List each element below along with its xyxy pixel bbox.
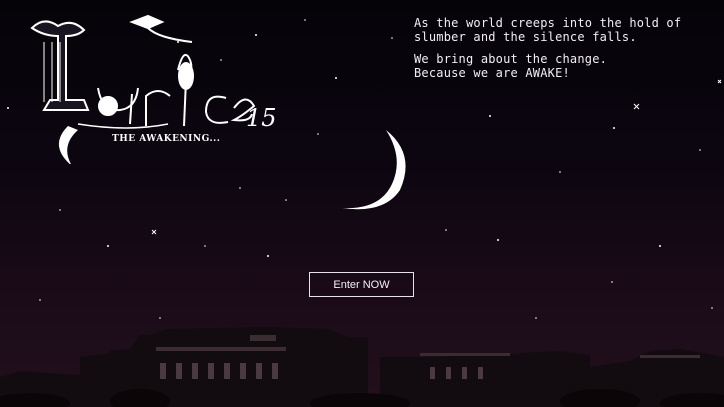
tagline-line-2: slumber and the silence falls.	[414, 30, 637, 44]
tagline: As the world creeps into the hold of slu…	[414, 16, 714, 88]
enter-now-button[interactable]: Enter NOW	[309, 272, 414, 297]
building-skyline-silhouette	[0, 327, 724, 407]
crescent-moon-icon	[342, 130, 406, 210]
tagline-line-4: Because we are AWAKE!	[414, 66, 570, 80]
tagline-line-3: We bring about the change.	[414, 52, 608, 66]
tagline-line-1: As the world creeps into the hold of	[414, 16, 682, 30]
svg-text:15: 15	[246, 104, 277, 132]
lyrics-logo[interactable]: 15 THE AWAKENING...	[28, 14, 298, 166]
logo-subtitle: THE AWAKENING...	[112, 134, 221, 144]
